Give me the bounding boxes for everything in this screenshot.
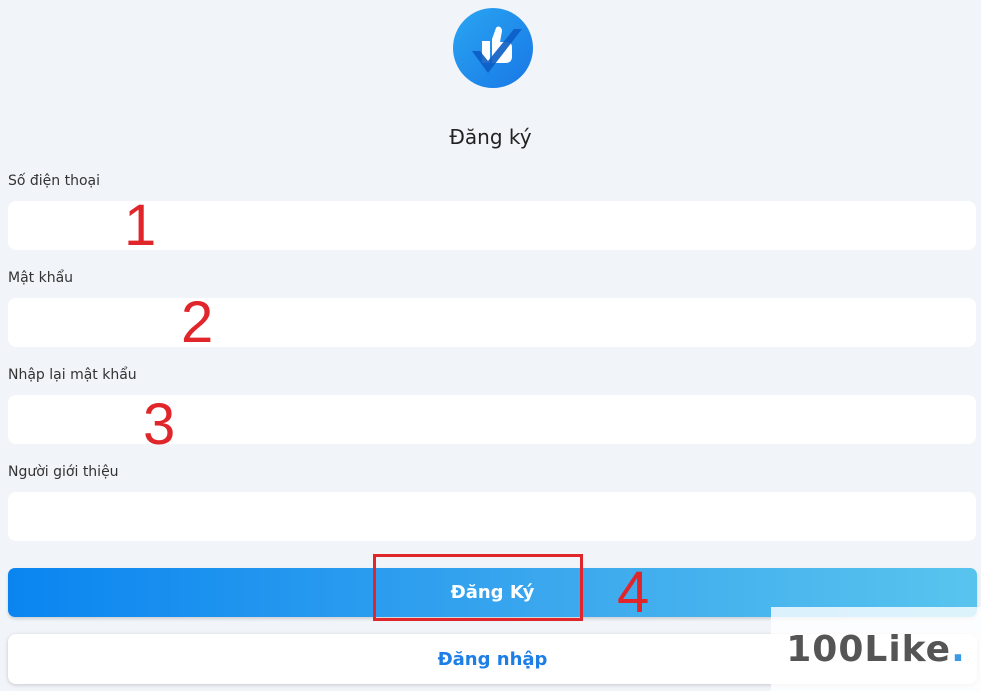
login-button-label: Đăng nhập: [437, 648, 548, 670]
thumbs-up-check-logo-icon: [452, 7, 534, 89]
confirm-password-label: Nhập lại mật khẩu: [8, 367, 137, 383]
watermark-text: 100Like: [786, 628, 952, 670]
password-label: Mật khẩu: [8, 270, 74, 286]
watermark-logo: 100Like.: [771, 607, 981, 691]
referrer-input[interactable]: [8, 492, 976, 541]
annotation-step-1: 1: [124, 193, 157, 258]
page-title: Đăng ký: [449, 125, 532, 149]
annotation-step-3: 3: [143, 392, 176, 457]
phone-label: Số điện thoại: [8, 173, 101, 189]
password-input[interactable]: [8, 298, 976, 347]
register-button-label: Đăng Ký: [450, 582, 535, 603]
watermark-dot: .: [951, 628, 966, 670]
referrer-label: Người giới thiệu: [8, 464, 119, 480]
annotation-step-2: 2: [181, 290, 214, 355]
annotation-step-4: 4: [617, 560, 650, 625]
